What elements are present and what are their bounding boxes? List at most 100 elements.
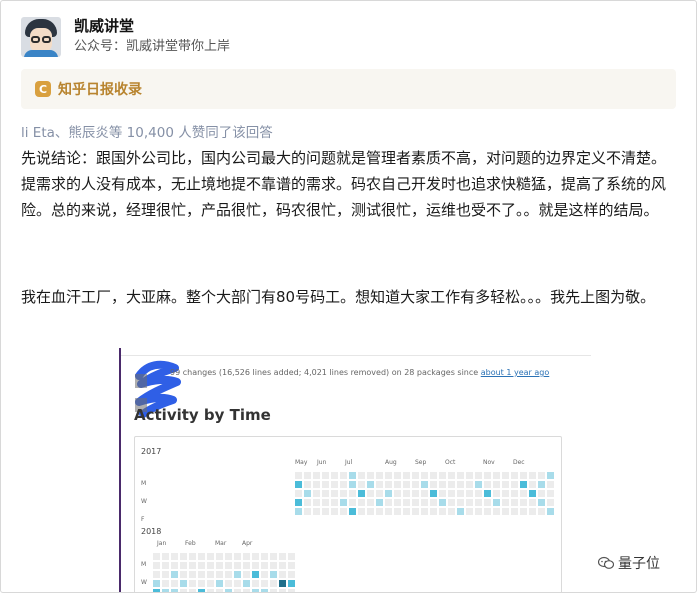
activity-cell bbox=[466, 499, 473, 506]
activity-title: Activity by Time bbox=[134, 406, 271, 424]
activity-cell bbox=[162, 580, 169, 587]
author-name[interactable]: 凯威讲堂 bbox=[74, 17, 230, 35]
activity-cell bbox=[493, 472, 500, 479]
activity-cell bbox=[279, 562, 286, 569]
activity-cell bbox=[493, 481, 500, 488]
activity-cell bbox=[529, 481, 536, 488]
activity-cell bbox=[180, 571, 187, 578]
activity-cell bbox=[367, 481, 374, 488]
activity-cell bbox=[430, 499, 437, 506]
activity-cell bbox=[439, 499, 446, 506]
activity-cell bbox=[252, 580, 259, 587]
activity-cell bbox=[189, 553, 196, 560]
activity-cell bbox=[322, 508, 329, 515]
activity-cell bbox=[412, 508, 419, 515]
activity-cell bbox=[403, 472, 410, 479]
activity-cell bbox=[520, 472, 527, 479]
activity-cell bbox=[403, 490, 410, 497]
activity-cell bbox=[502, 508, 509, 515]
month-label-nov: Nov bbox=[483, 459, 495, 466]
activity-cell bbox=[529, 472, 536, 479]
month-label-mar: Mar bbox=[215, 540, 227, 547]
activity-cell bbox=[216, 562, 223, 569]
zhihu-daily-badge[interactable]: C 知乎日报收录 bbox=[21, 69, 676, 109]
activity-cell bbox=[207, 571, 214, 578]
activity-cell bbox=[448, 490, 455, 497]
activity-cell bbox=[385, 472, 392, 479]
activity-cell bbox=[448, 472, 455, 479]
activity-cell bbox=[421, 499, 428, 506]
activity-cell bbox=[243, 553, 250, 560]
activity-cell bbox=[448, 481, 455, 488]
activity-cell bbox=[511, 499, 518, 506]
activity-cell bbox=[475, 490, 482, 497]
activity-cell bbox=[439, 472, 446, 479]
activity-cell bbox=[279, 589, 286, 592]
activity-cell bbox=[412, 499, 419, 506]
activity-cell bbox=[484, 481, 491, 488]
activity-cell bbox=[288, 571, 295, 578]
activity-cell bbox=[340, 472, 347, 479]
activity-cell bbox=[243, 589, 250, 592]
activity-cell bbox=[295, 490, 302, 497]
activity-cell bbox=[484, 472, 491, 479]
activity-cell bbox=[358, 472, 365, 479]
activity-cell bbox=[511, 481, 518, 488]
month-label-jul: Jul bbox=[345, 459, 353, 466]
activity-cell bbox=[547, 481, 554, 488]
activity-cell bbox=[331, 499, 338, 506]
activity-cell bbox=[349, 472, 356, 479]
activity-cell bbox=[403, 481, 410, 488]
activity-cell bbox=[270, 580, 277, 587]
activity-cell bbox=[331, 508, 338, 515]
activity-cell bbox=[547, 508, 554, 515]
activity-cell bbox=[457, 490, 464, 497]
activity-cell bbox=[457, 481, 464, 488]
activity-cell bbox=[439, 490, 446, 497]
activity-cell bbox=[252, 571, 259, 578]
activity-cell bbox=[189, 571, 196, 578]
activity-cell bbox=[261, 580, 268, 587]
activity-cell bbox=[198, 571, 205, 578]
activity-cell bbox=[279, 580, 286, 587]
activity-cell bbox=[322, 481, 329, 488]
activity-cell bbox=[207, 589, 214, 592]
month-label-jan: Jan bbox=[157, 540, 167, 547]
activity-cell bbox=[252, 562, 259, 569]
activity-cell bbox=[502, 499, 509, 506]
activity-cell bbox=[376, 508, 383, 515]
activity-cell bbox=[520, 490, 527, 497]
year-label-2017: 2017 bbox=[141, 447, 162, 456]
activity-cell bbox=[430, 481, 437, 488]
activity-cell bbox=[207, 580, 214, 587]
activity-cell bbox=[394, 472, 401, 479]
avatar[interactable] bbox=[21, 17, 61, 57]
wechat-icon bbox=[598, 556, 614, 569]
activity-cell bbox=[439, 508, 446, 515]
activity-cell bbox=[547, 472, 554, 479]
month-label-may: May bbox=[295, 459, 308, 466]
zhihu-daily-icon: C bbox=[35, 81, 51, 97]
activity-cell bbox=[252, 553, 259, 560]
activity-cell bbox=[234, 553, 241, 560]
activity-cell bbox=[162, 589, 169, 592]
month-label-dec: Dec bbox=[513, 459, 525, 466]
activity-cell bbox=[331, 481, 338, 488]
activity-cell bbox=[304, 508, 311, 515]
changes-since-link[interactable]: about 1 year ago bbox=[481, 368, 550, 377]
activity-cell bbox=[153, 589, 160, 592]
activity-cell bbox=[304, 499, 311, 506]
voters-line[interactable]: li Eta、熊辰炎等 10,400 人赞同了该回答 bbox=[21, 121, 273, 141]
activity-cell bbox=[466, 481, 473, 488]
activity-cell bbox=[538, 508, 545, 515]
activity-cell bbox=[216, 580, 223, 587]
activity-cell bbox=[466, 490, 473, 497]
activity-cell bbox=[234, 580, 241, 587]
activity-cell bbox=[189, 589, 196, 592]
activity-cell bbox=[153, 571, 160, 578]
embedded-screenshot[interactable]: 99 changes (16,526 lines added; 4,021 li… bbox=[119, 348, 591, 592]
activity-cell bbox=[394, 481, 401, 488]
activity-cell bbox=[493, 508, 500, 515]
activity-cell bbox=[261, 562, 268, 569]
activity-cell bbox=[376, 499, 383, 506]
